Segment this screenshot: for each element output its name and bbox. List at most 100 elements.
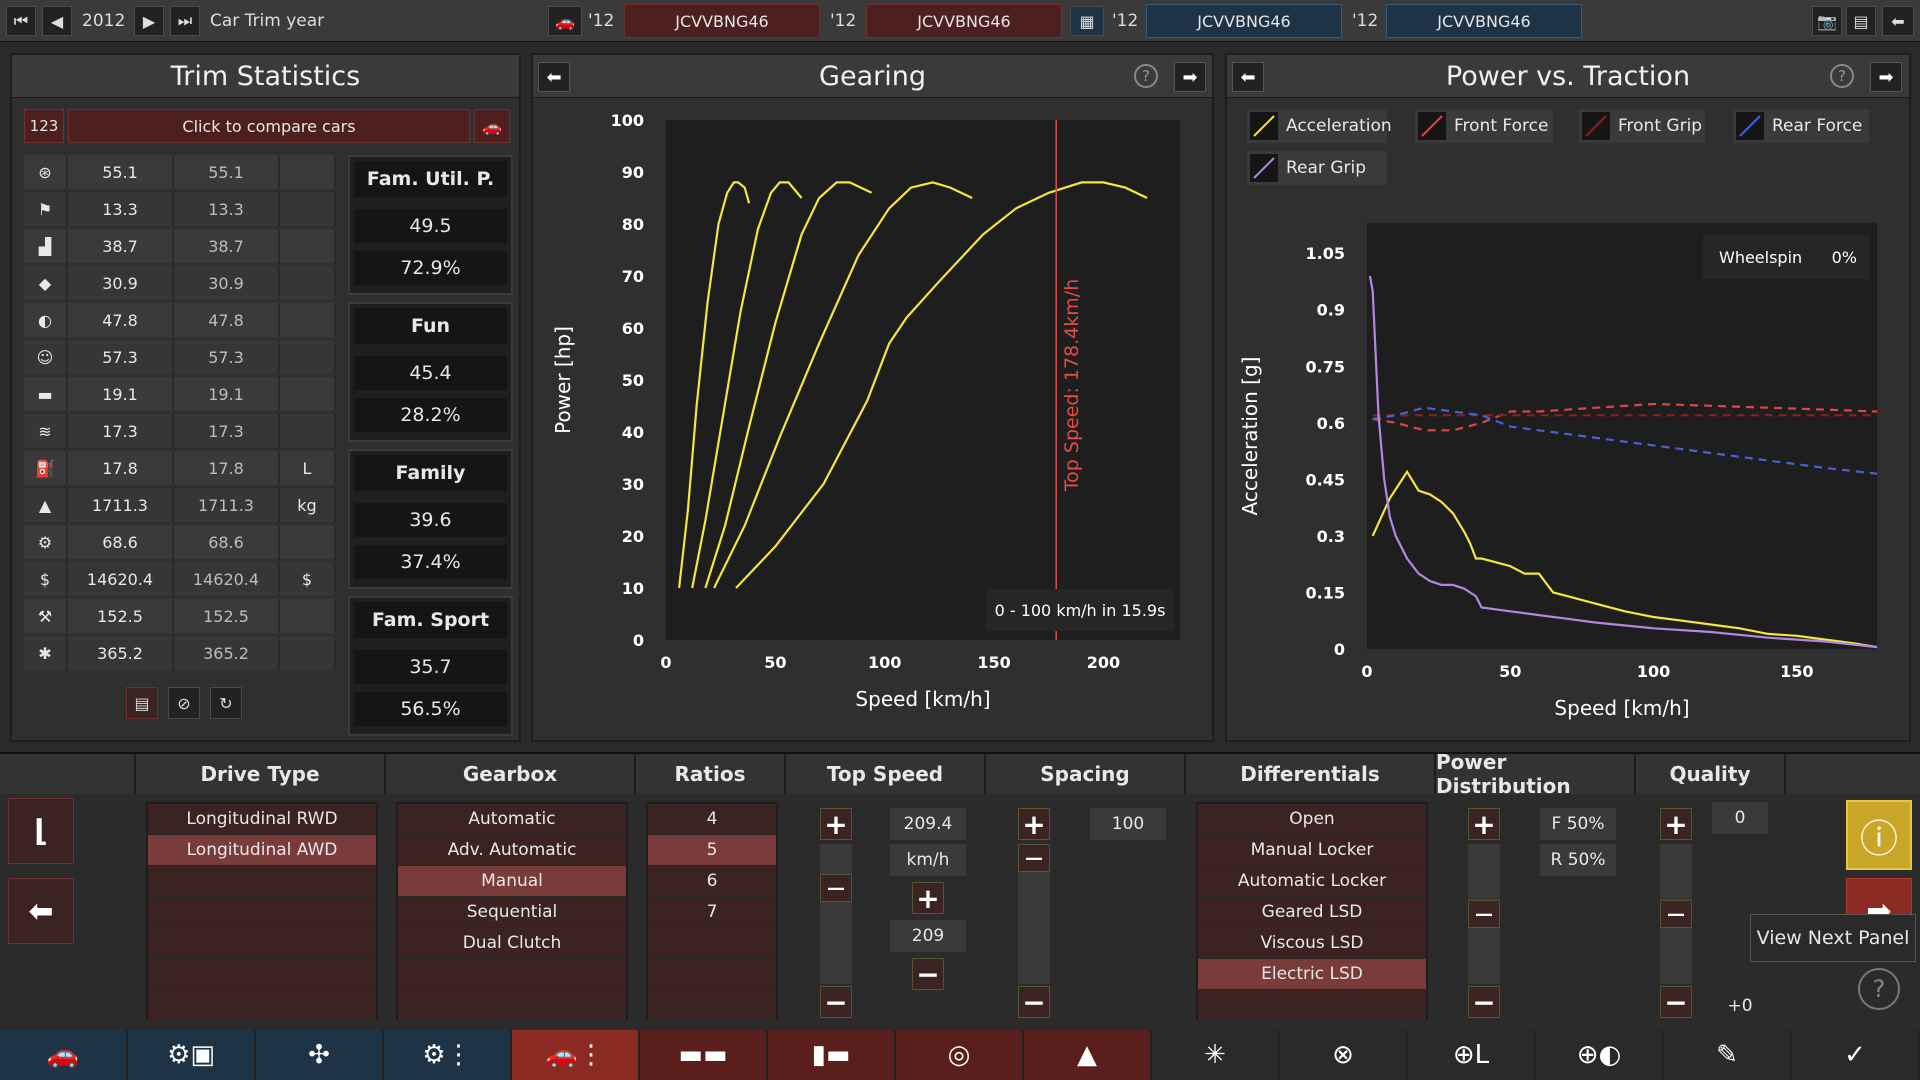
list-option[interactable]: Dual Clutch: [398, 928, 626, 959]
list-option[interactable]: Adv. Automatic: [398, 835, 626, 866]
fixtures-icon[interactable]: ▮▬: [768, 1030, 894, 1080]
spacing-value[interactable]: 100: [1090, 808, 1166, 840]
list-option[interactable]: Open: [1198, 804, 1426, 835]
quality-slider-handle[interactable]: —: [1660, 900, 1692, 928]
calculator-icon[interactable]: ▤: [1846, 6, 1876, 36]
drivetrain-icon[interactable]: ⚙⋮: [384, 1030, 510, 1080]
list-option[interactable]: 7: [648, 897, 776, 928]
spacing-slider-handle[interactable]: —: [1018, 844, 1050, 872]
last-year-icon[interactable]: ⏭: [170, 6, 200, 36]
prev-panel-icon[interactable]: ⬅: [1232, 62, 1264, 92]
list-option[interactable]: Manual: [398, 866, 626, 897]
list-option[interactable]: Longitudinal RWD: [148, 804, 376, 835]
list-option[interactable]: Longitudinal AWD: [148, 835, 376, 866]
header-spacing: Spacing: [986, 754, 1186, 794]
help-icon[interactable]: ?: [1830, 64, 1854, 88]
next-year-icon[interactable]: ▶: [134, 6, 164, 36]
done-icon[interactable]: ✓: [1792, 1030, 1918, 1080]
safety-icon[interactable]: ⊕◐: [1536, 1030, 1662, 1080]
car-body-icon[interactable]: 🚗: [0, 1030, 126, 1080]
list-option[interactable]: 6: [648, 866, 776, 897]
list-option[interactable]: Geared LSD: [1198, 897, 1426, 928]
spacing-plus-button[interactable]: +: [1018, 808, 1050, 841]
top-speed-plus-button[interactable]: +: [820, 808, 852, 841]
chassis-icon[interactable]: ⚙▣: [128, 1030, 254, 1080]
next-panel-icon[interactable]: ➡: [1174, 62, 1206, 92]
suspension-icon[interactable]: ✣: [256, 1030, 382, 1080]
report-icon[interactable]: ▤: [126, 687, 158, 719]
top-speed-target[interactable]: 209: [890, 920, 966, 952]
clear-icon[interactable]: ⊘: [168, 687, 200, 719]
stat-row: $14620.4 14620.4 $: [24, 562, 336, 596]
aero-icon[interactable]: ⊗: [1280, 1030, 1406, 1080]
calendar-icon[interactable]: ▦: [1070, 6, 1104, 36]
list-option[interactable]: Automatic: [398, 804, 626, 835]
header-gearbox: Gearbox: [386, 754, 636, 794]
compare-car-icon[interactable]: 🚗: [474, 109, 510, 143]
camera-icon[interactable]: 📷: [1812, 6, 1842, 36]
legend-acceleration[interactable]: Acceleration: [1247, 109, 1392, 143]
y-tick-label: 0.45: [1306, 470, 1345, 489]
tyres-icon[interactable]: ▲: [1024, 1030, 1150, 1080]
power-dist-slider-handle[interactable]: —: [1468, 900, 1500, 928]
help-icon[interactable]: ?: [1858, 968, 1900, 1010]
compare-cars-button[interactable]: Click to compare cars: [68, 109, 470, 143]
legend-front-force[interactable]: Front Force: [1415, 109, 1553, 143]
list-option[interactable]: 4: [648, 804, 776, 835]
stat-compare-value: 152.5: [174, 599, 280, 633]
car-slot-2[interactable]: JCVVBNG46: [866, 4, 1062, 38]
list-option[interactable]: Automatic Locker: [1198, 866, 1426, 897]
help-icon[interactable]: ?: [1134, 64, 1158, 88]
x-axis-label: Speed [km/h]: [855, 687, 990, 711]
curve-editor-icon[interactable]: ⌊: [8, 798, 74, 864]
warning-icon[interactable]: ⓘ: [1846, 800, 1912, 870]
car-model-icon[interactable]: 🚗: [548, 6, 582, 36]
list-option[interactable]: Electric LSD: [1198, 959, 1426, 990]
first-year-icon[interactable]: ⏮: [6, 6, 36, 36]
legend-front-grip[interactable]: Front Grip: [1579, 109, 1705, 143]
steering-icon[interactable]: ⊕L: [1408, 1030, 1534, 1080]
quality-minus-button[interactable]: −: [1660, 986, 1692, 1019]
car-slot-3[interactable]: JCVVBNG46: [1146, 4, 1342, 38]
top-speed-unit[interactable]: km/h: [890, 844, 966, 876]
prev-year-icon[interactable]: ◀: [42, 6, 72, 36]
legend-rear-grip[interactable]: Rear Grip: [1247, 151, 1387, 185]
y-tick-label: 30: [622, 475, 644, 494]
next-panel-icon[interactable]: ➡: [1870, 62, 1902, 92]
wheels-icon[interactable]: ✳: [1152, 1030, 1278, 1080]
power-dist-plus-button[interactable]: +: [1468, 808, 1500, 841]
car-slot-4[interactable]: JCVVBNG46: [1386, 4, 1582, 38]
top-speed-slider-handle[interactable]: —: [820, 874, 852, 902]
legend-rear-force[interactable]: Rear Force: [1733, 109, 1869, 143]
gearbox-icon[interactable]: 🚗⋮: [512, 1030, 638, 1080]
top-speed-slider[interactable]: [820, 844, 852, 984]
y-tick-label: 0: [633, 631, 644, 650]
prev-panel-icon[interactable]: ⬅: [538, 62, 570, 92]
list-option[interactable]: Manual Locker: [1198, 835, 1426, 866]
stat-row: ▬ 19.1 19.1: [24, 377, 336, 411]
list-option[interactable]: Viscous LSD: [1198, 928, 1426, 959]
back-icon[interactable]: ⬅: [1882, 6, 1914, 36]
list-option[interactable]: 5: [648, 835, 776, 866]
stat-compare-value: 365.2: [174, 636, 280, 670]
brakes-icon[interactable]: ◎: [896, 1030, 1022, 1080]
list-option[interactable]: Sequential: [398, 897, 626, 928]
x-tick-label: 150: [977, 653, 1010, 672]
target-plus-button[interactable]: +: [912, 882, 944, 915]
top-speed-minus-button[interactable]: −: [820, 986, 852, 1019]
testing-icon[interactable]: ✎: [1664, 1030, 1790, 1080]
car-slot-1[interactable]: JCVVBNG46: [624, 4, 820, 38]
plot-area: [666, 120, 1180, 640]
wheelspin-label: Wheelspin: [1719, 248, 1802, 267]
interior-icon[interactable]: ▬▬: [640, 1030, 766, 1080]
back-arrow-icon[interactable]: ⬅: [8, 878, 74, 944]
target-minus-button[interactable]: −: [912, 958, 944, 991]
power-dist-minus-button[interactable]: −: [1468, 986, 1500, 1019]
y-tick-label: 0.6: [1317, 414, 1345, 433]
reset-icon[interactable]: ↻: [210, 687, 242, 719]
legend-swatch: [1418, 112, 1446, 140]
stat-unit: L: [280, 451, 336, 485]
top-speed-value: 209.4: [890, 808, 966, 840]
spacing-minus-button[interactable]: −: [1018, 986, 1050, 1019]
quality-plus-button[interactable]: +: [1660, 808, 1692, 841]
